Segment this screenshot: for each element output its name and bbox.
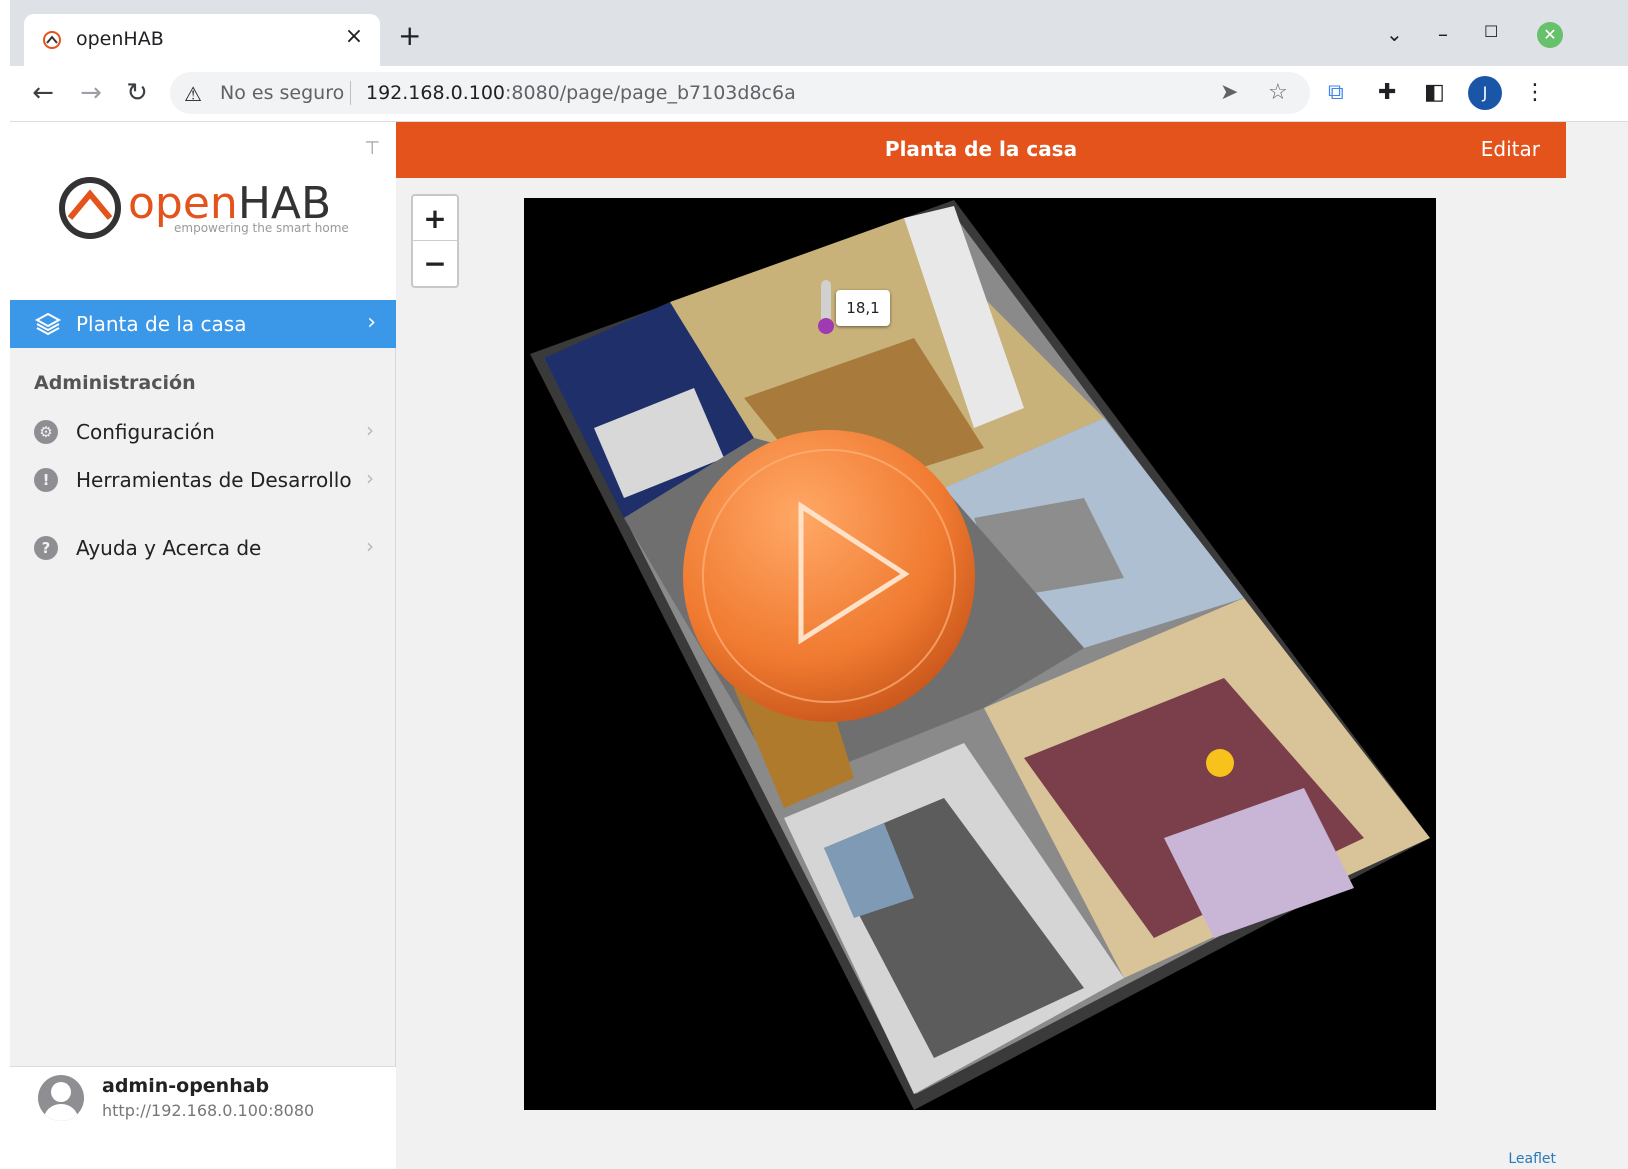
sidebar-item-label: Configuración [76, 420, 215, 444]
browser-tab[interactable]: openHAB × [24, 14, 380, 67]
url-separator [350, 81, 351, 105]
play-button-icon[interactable] [679, 426, 979, 726]
zoom-out-button[interactable]: − [413, 241, 457, 286]
menu-kebab-icon[interactable]: ⋮ [1524, 80, 1546, 105]
sidebar-item-label: Planta de la casa [76, 312, 247, 336]
temperature-tooltip[interactable]: 18,1 [836, 290, 890, 326]
reload-icon[interactable]: ↻ [120, 76, 154, 110]
svg-text:empowering the smart home: empowering the smart home [174, 221, 349, 235]
translate-icon[interactable]: ⧉ [1328, 80, 1344, 105]
sidebar-item-configuracion[interactable]: ⚙ Configuración › [10, 410, 396, 454]
extensions-icon[interactable]: ✚ [1378, 80, 1396, 105]
user-server-url: http://192.168.0.100:8080 [102, 1101, 315, 1120]
tab-close-icon[interactable]: × [342, 24, 366, 49]
url-path: :8080/page/page_b7103d8c6a [505, 82, 796, 104]
bookmark-star-icon[interactable]: ☆ [1268, 80, 1288, 105]
leaflet-attribution-link[interactable]: Leaflet [1508, 1151, 1556, 1167]
sidebar-item-planta[interactable]: Planta de la casa › [10, 300, 396, 348]
screen: openHAB × + ⌄ – ☐ ✕ ← → ↻ ⚠ No es seguro… [0, 0, 1628, 1169]
minimize-icon[interactable]: – [1438, 22, 1448, 46]
close-window-icon[interactable]: ✕ [1537, 22, 1563, 48]
page-title: Planta de la casa [884, 137, 1078, 161]
chevron-right-icon: › [366, 534, 374, 558]
zoom-in-button[interactable]: + [413, 196, 457, 241]
forward-icon[interactable]: → [74, 76, 108, 110]
chevron-right-icon: › [366, 418, 374, 442]
sidebar-item-label: Herramientas de Desarrollo [76, 468, 352, 492]
sidebar: ⊤ openHAB empowering the smart home Plan… [10, 122, 396, 1169]
floorplan-map[interactable]: 18,1 [524, 198, 1436, 1110]
openhab-logo[interactable]: openHAB empowering the smart home [56, 172, 356, 252]
help-icon: ? [34, 536, 58, 560]
openhab-favicon-icon [43, 31, 61, 49]
url-text[interactable]: 192.168.0.100:8080/page/page_b7103d8c6a [366, 82, 796, 104]
sidebar-item-label: Ayuda y Acerca de [76, 536, 262, 560]
chevron-right-icon: › [366, 466, 374, 490]
shield-icon: ! [34, 468, 58, 492]
side-panel-icon[interactable]: ◧ [1424, 80, 1445, 105]
main-content: Planta de la casa Editar + − 18,1 Leafle… [396, 122, 1566, 1169]
sidebar-item-ayuda[interactable]: ? Ayuda y Acerca de › [10, 526, 396, 570]
maximize-icon[interactable]: ☐ [1484, 22, 1498, 41]
edit-button[interactable]: Editar [1481, 137, 1540, 161]
warning-icon[interactable]: ⚠ [184, 82, 202, 106]
not-secure-label[interactable]: No es seguro [220, 82, 344, 104]
new-tab-button[interactable]: + [398, 22, 421, 50]
pin-icon[interactable]: ⊤ [364, 138, 380, 159]
floorplan-image [530, 200, 1430, 1110]
zoom-control: + − [411, 194, 459, 288]
tab-title: openHAB [76, 28, 164, 50]
page-gutter [1566, 122, 1628, 1169]
browser-toolbar: ← → ↻ ⚠ No es seguro 192.168.0.100:8080/… [10, 66, 1628, 122]
navbar: Planta de la casa Editar [396, 122, 1566, 178]
chevron-right-icon: › [367, 310, 376, 335]
section-title: Administración [34, 372, 196, 394]
profile-avatar[interactable]: J [1468, 76, 1502, 110]
share-icon[interactable]: ➤ [1220, 80, 1238, 105]
browser-tab-strip: openHAB × + ⌄ – ☐ ✕ [10, 0, 1628, 67]
url-host: 192.168.0.100 [366, 82, 506, 104]
sidebar-item-herramientas[interactable]: ! Herramientas de Desarrollo › [10, 458, 396, 502]
logo-area: ⊤ openHAB empowering the smart home [10, 122, 396, 300]
tab-search-chevron-icon[interactable]: ⌄ [1386, 22, 1403, 46]
user-profile[interactable]: admin-openhab http://192.168.0.100:8080 [10, 1066, 396, 1169]
gear-icon: ⚙ [34, 420, 58, 444]
user-name: admin-openhab [102, 1075, 270, 1097]
back-icon[interactable]: ← [26, 76, 60, 110]
user-avatar-icon [38, 1075, 84, 1121]
layers-icon [34, 312, 62, 336]
address-bar[interactable]: ⚠ No es seguro 192.168.0.100:8080/page/p… [170, 72, 1310, 114]
